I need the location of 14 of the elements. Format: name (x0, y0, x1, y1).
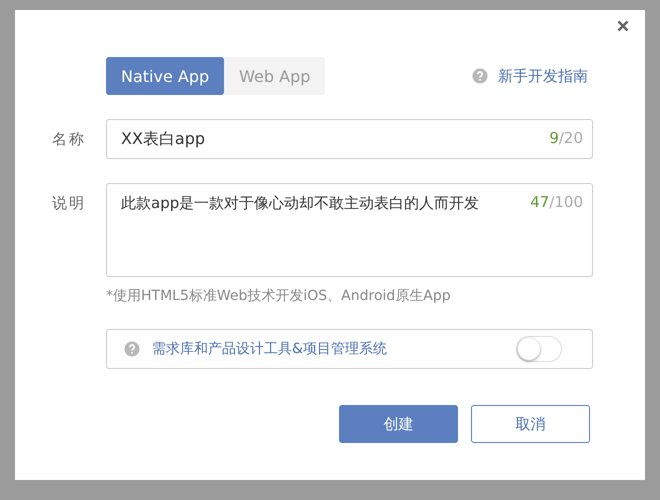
char-counter: 9/20 (549, 129, 583, 147)
toggle-switch[interactable] (516, 336, 562, 362)
char-counter: 47/100 (530, 193, 583, 211)
hint-text: *使用HTML5标准Web技术开发iOS、Android原生App (106, 287, 452, 305)
help-icon (472, 68, 488, 84)
option-label: 需求库和产品设计工具&项目管理系统 (152, 340, 388, 358)
create-button[interactable]: 创建 (339, 405, 458, 443)
help-icon (124, 341, 140, 357)
cancel-button[interactable]: 取消 (471, 405, 590, 443)
field-label: 名称 (52, 129, 87, 149)
guide-link[interactable]: 新手开发指南 (498, 66, 588, 86)
close-icon[interactable] (617, 20, 629, 32)
app-type-tab[interactable]: Native App (106, 57, 224, 95)
field-label: 说明 (52, 193, 87, 213)
